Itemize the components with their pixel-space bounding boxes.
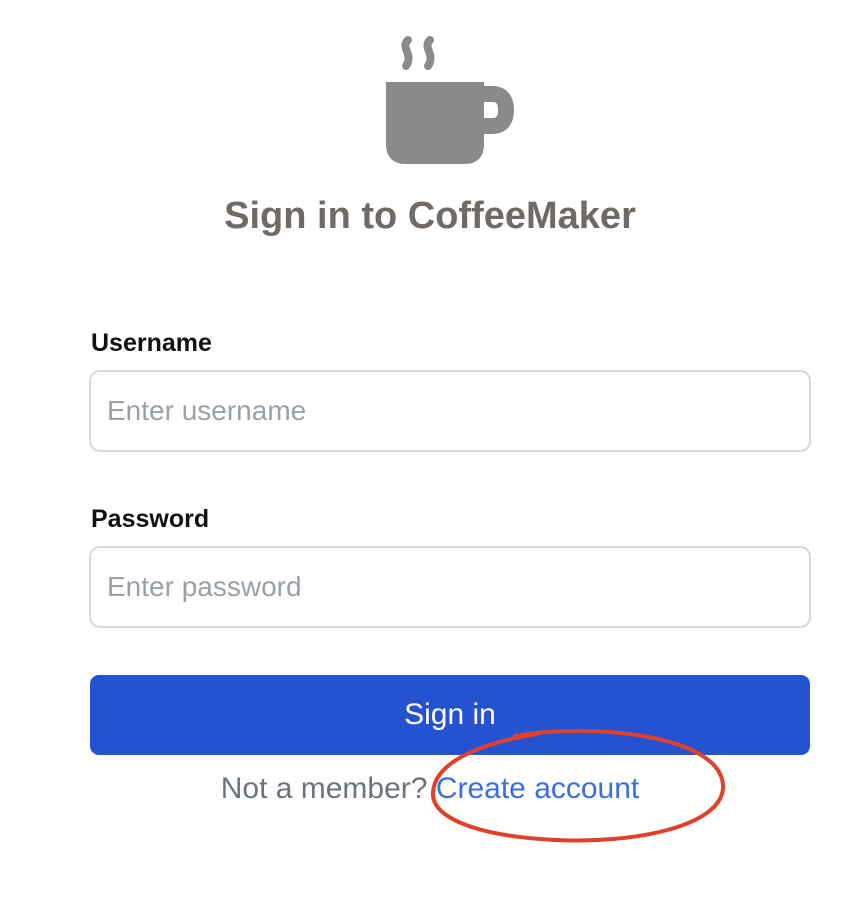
signup-prompt: Not a member? Create account [0, 770, 860, 808]
username-input[interactable] [89, 370, 811, 452]
sign-in-button[interactable]: Sign in [90, 675, 810, 755]
page-title: Sign in to CoffeeMaker [224, 195, 636, 237]
coffee-cup-icon [386, 36, 515, 164]
password-label: Password [91, 505, 210, 533]
create-account-link[interactable]: Create account [436, 772, 639, 805]
password-input[interactable] [89, 546, 811, 628]
username-label: Username [91, 329, 212, 357]
not-member-text: Not a member? [220, 772, 428, 805]
